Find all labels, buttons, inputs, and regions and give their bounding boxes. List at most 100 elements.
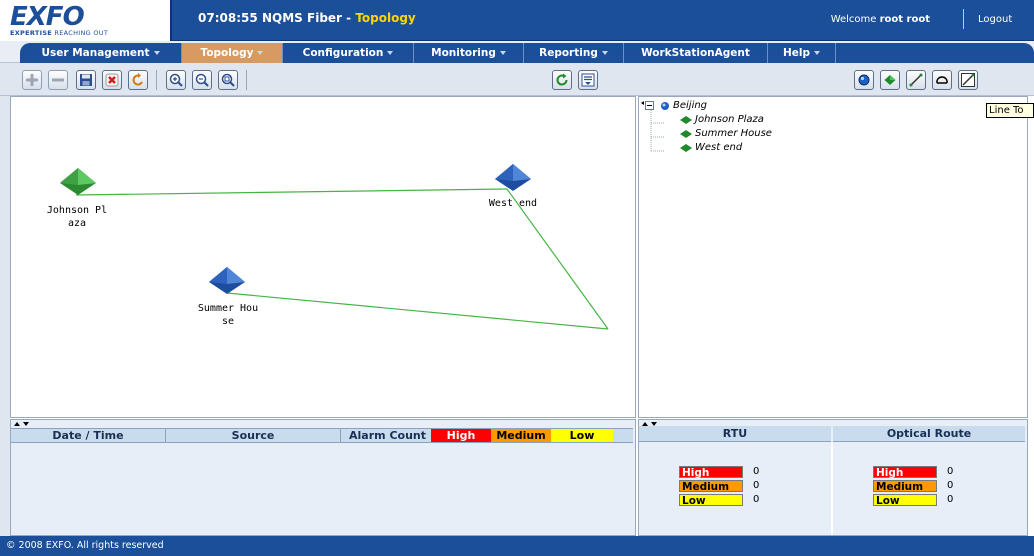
- chevron-down-icon: [387, 51, 394, 55]
- site-globe-icon: [661, 102, 669, 110]
- column-alarm-count[interactable]: Alarm Count: [341, 429, 429, 442]
- delete-icon[interactable]: [102, 70, 122, 90]
- menu-label: User Management: [41, 47, 150, 59]
- rtu-low-count: 0: [753, 494, 760, 505]
- column-date-time[interactable]: Date / Time: [11, 429, 166, 442]
- alarm-panel: Date / Time Source Alarm Count High Medi…: [10, 419, 636, 536]
- node-label-johnson-plaza[interactable]: Johnson Pl aza: [41, 204, 113, 230]
- optical-route-header: Optical Route: [833, 426, 1025, 442]
- refresh-icon[interactable]: [552, 70, 572, 90]
- menu-workstation-agent[interactable]: WorkStationAgent: [624, 43, 768, 63]
- save-icon[interactable]: [76, 70, 96, 90]
- node-johnson-plaza-icon[interactable]: [60, 168, 96, 195]
- title-separator: -: [341, 11, 356, 25]
- logo-text: EXFO: [10, 2, 85, 32]
- chevron-down-icon: [153, 51, 160, 55]
- logo: EXFO EXPERTISE REACHING OUT: [0, 0, 172, 41]
- zoom-fit-icon[interactable]: [218, 70, 238, 90]
- menu-label: Configuration: [302, 47, 384, 59]
- severity-low-label: Low: [679, 494, 743, 507]
- app-title: NQMS Fiber - Topology: [262, 11, 416, 25]
- app-name: NQMS Fiber: [262, 11, 342, 25]
- undo-icon[interactable]: [128, 70, 148, 90]
- clock-time: 07:08:55: [198, 11, 258, 25]
- zoom-out-icon[interactable]: [192, 70, 212, 90]
- menu-label: Reporting: [539, 47, 598, 59]
- tree-item-johnson-plaza[interactable]: Johnson Plaza: [695, 113, 764, 126]
- rtu-header: RTU: [639, 426, 831, 442]
- node-label-west-end[interactable]: West end: [477, 197, 549, 210]
- menu-help[interactable]: Help: [768, 43, 836, 63]
- menu-label: Topology: [200, 47, 254, 59]
- node-label-line: Johnson Pl: [46, 205, 108, 216]
- node-label-summer-house[interactable]: Summer Hou se: [186, 302, 270, 328]
- fiber-link[interactable]: [75, 188, 508, 196]
- node-tool-icon[interactable]: [880, 70, 900, 90]
- severity-low-badge: Low: [551, 429, 613, 442]
- line-tool-icon[interactable]: [906, 70, 926, 90]
- alarm-table-header: Date / Time Source Alarm Count High Medi…: [11, 428, 633, 443]
- node-label-line: Summer Hou: [197, 303, 259, 314]
- tree-item-summer-house[interactable]: Summer House: [695, 127, 772, 140]
- left-gutter: [0, 96, 10, 536]
- menu-label: Monitoring: [431, 47, 496, 59]
- remove-icon[interactable]: [48, 70, 68, 90]
- logo-tagline-a: EXPERTISE: [10, 29, 53, 37]
- list-icon[interactable]: [578, 70, 598, 90]
- topology-tree: Beijing Johnson Plaza Summer House West …: [638, 96, 1028, 418]
- app-window: EXFO EXPERTISE REACHING OUT 07:08:55 NQM…: [0, 0, 1034, 556]
- footer-copyright: © 2008 EXFO. All rights reserved: [0, 536, 1034, 556]
- splitter-arrows-icon[interactable]: [13, 421, 33, 427]
- menu-label: Help: [782, 47, 811, 59]
- menu-configuration[interactable]: Configuration: [283, 43, 414, 63]
- node-diamond-icon: [680, 130, 692, 138]
- severity-low-label: Low: [873, 494, 937, 507]
- route-low-count: 0: [947, 494, 954, 505]
- topology-canvas[interactable]: [11, 97, 636, 418]
- welcome-message: Welcome root root: [831, 14, 930, 25]
- loop-tool-icon[interactable]: [932, 70, 952, 90]
- add-icon[interactable]: [22, 70, 42, 90]
- line-to-tool-icon[interactable]: [958, 70, 978, 90]
- logo-tagline: EXPERTISE REACHING OUT: [10, 29, 108, 37]
- severity-high-badge: High: [431, 429, 491, 442]
- tree-item-root[interactable]: Beijing: [673, 99, 707, 112]
- toolbar-separator: [246, 70, 247, 90]
- menu-label: WorkStationAgent: [641, 47, 750, 59]
- node-summer-house-icon[interactable]: [209, 267, 245, 294]
- app-header: EXFO EXPERTISE REACHING OUT 07:08:55 NQM…: [0, 0, 1034, 41]
- fiber-link[interactable]: [506, 188, 609, 330]
- severity-medium-label: Medium: [679, 480, 743, 493]
- logout-link[interactable]: Logout: [978, 14, 1012, 25]
- header-divider: [963, 9, 964, 29]
- welcome-prefix: Welcome: [830, 14, 880, 25]
- topology-map[interactable]: Johnson Pl aza West end Summer Hou se: [10, 96, 636, 418]
- menu-user-management[interactable]: User Management: [20, 43, 182, 63]
- splitter-arrow-icon: [641, 101, 644, 105]
- column-source[interactable]: Source: [166, 429, 341, 442]
- tooltip: Line To: [986, 103, 1034, 118]
- fiber-link[interactable]: [226, 292, 609, 330]
- tree-collapse-toggle[interactable]: [645, 101, 654, 110]
- node-diamond-icon: [680, 116, 692, 124]
- toolbar: [0, 63, 1034, 96]
- rtu-high-count: 0: [753, 466, 760, 477]
- site-tool-icon[interactable]: [854, 70, 874, 90]
- menu-monitoring[interactable]: Monitoring: [414, 43, 524, 63]
- chevron-down-icon: [499, 51, 506, 55]
- zoom-in-icon[interactable]: [166, 70, 186, 90]
- node-west-end-icon[interactable]: [495, 164, 531, 191]
- severity-medium-badge: Medium: [491, 429, 551, 442]
- chevron-down-icon: [257, 51, 264, 55]
- toolbar-separator: [156, 70, 157, 90]
- severity-high-label: High: [679, 466, 743, 479]
- chevron-down-icon: [601, 51, 608, 55]
- menu-topology[interactable]: Topology: [182, 43, 283, 63]
- node-diamond-icon: [680, 144, 692, 152]
- tree-item-west-end[interactable]: West end: [695, 141, 742, 154]
- rtu-counts: High 0 Medium 0 Low 0: [639, 442, 831, 535]
- alarm-summary-panel: RTU Optical Route High 0 Medium 0 Low 0 …: [638, 419, 1028, 536]
- node-label-line: West end: [488, 198, 538, 209]
- severity-medium-label: Medium: [873, 480, 937, 493]
- menu-reporting[interactable]: Reporting: [524, 43, 624, 63]
